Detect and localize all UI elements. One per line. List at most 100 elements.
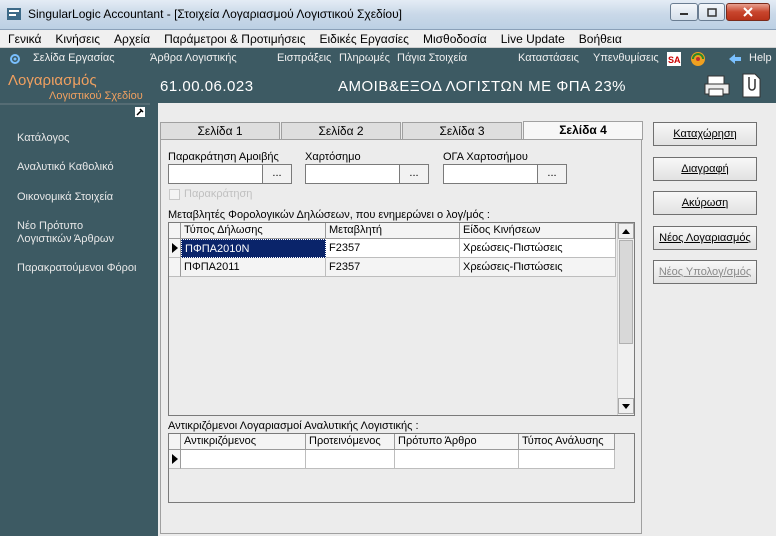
content-area: Σελίδα 1 Σελίδα 2 Σελίδα 3 Σελίδα 4 Παρα… <box>150 103 776 536</box>
attachment-icon[interactable] <box>740 73 762 99</box>
tab-page-4[interactable]: Σελίδα 4 <box>523 121 643 140</box>
left-item-financial[interactable]: Οικονομικά Στοιχεία <box>17 191 113 204</box>
oga-label: ΟΓΑ Χαρτοσήμου <box>443 151 528 163</box>
scroll-up-icon <box>622 228 630 234</box>
col-movement-type[interactable]: Είδος Κινήσεων <box>460 223 616 239</box>
col-variable[interactable]: Μεταβλητή <box>326 223 460 239</box>
analytic-label: Αντικριζόμενοι Λογαριασμοί Αναλυτικής Λο… <box>168 420 419 432</box>
col-proposed[interactable]: Προτεινόμενος <box>306 434 395 450</box>
menu-live-update[interactable]: Live Update <box>501 32 565 46</box>
back-arrow-icon[interactable] <box>728 53 742 65</box>
toolbar-help[interactable]: Help <box>749 52 772 64</box>
withholding-checkbox-label: Παρακράτηση <box>184 188 253 200</box>
table-cell[interactable]: Χρεώσεις-Πιστώσεις <box>460 258 616 277</box>
row-indicator[interactable] <box>169 239 181 258</box>
menu-general[interactable]: Γενικά <box>8 32 41 46</box>
new-account-button[interactable]: Νέος Λογαριασμός <box>653 226 757 250</box>
col-analysis-type[interactable]: Τύπος Ανάλυσης <box>519 434 615 450</box>
menu-payroll[interactable]: Μισθοδοσία <box>423 32 487 46</box>
tab-panel: Παρακράτηση Αμοιβής ... Χαρτόσημο ... ΟΓ… <box>160 139 642 534</box>
content-side-strip <box>150 103 158 536</box>
menu-special-tasks[interactable]: Ειδικές Εργασίες <box>319 32 408 46</box>
left-item-catalog[interactable]: Κατάλογος <box>17 132 69 145</box>
table-cell[interactable] <box>306 450 395 469</box>
table-cell[interactable]: F2357 <box>326 258 460 277</box>
menu-bar: Γενικά Κινήσεις Αρχεία Παράμετροι & Προτ… <box>0 30 776 48</box>
pin-icon[interactable] <box>135 107 145 117</box>
account-name: ΑΜΟΙΒ&ΕΞΟΔ ΛΟΓΙΣΤΩΝ ΜΕ ΦΠΑ 23% <box>338 78 626 95</box>
tax-vars-label: Μεταβλητές Φορολογικών Δηλώσεων, που ενη… <box>168 209 490 221</box>
col-counter-account[interactable]: Αντικριζόμενος <box>181 434 306 450</box>
menu-parameters[interactable]: Παράμετροι & Προτιμήσεις <box>164 32 305 46</box>
fee-withholding-browse-button[interactable]: ... <box>262 164 292 184</box>
fee-withholding-input[interactable] <box>168 164 263 184</box>
tab-page-1[interactable]: Σελίδα 1 <box>160 122 280 139</box>
grid-corner <box>169 223 181 239</box>
toolbar-statements[interactable]: Καταστάσεις <box>518 52 579 64</box>
fee-withholding-label: Παρακράτηση Αμοιβής <box>168 151 279 163</box>
maximize-button[interactable] <box>698 3 725 21</box>
left-heading: Λογαριασμός <box>8 72 97 89</box>
save-button[interactable]: Καταχώρηση <box>653 122 757 146</box>
table-cell[interactable]: Χρεώσεις-Πιστώσεις <box>460 239 616 258</box>
toolbar: Σελίδα Εργασίας Άρθρα Λογιστικής Εισπράξ… <box>0 48 776 70</box>
account-code: 61.00.06.023 <box>160 78 254 95</box>
left-item-withheld-taxes[interactable]: Παρακρατούμενοι Φόροι <box>17 262 136 275</box>
printer-icon[interactable] <box>704 74 732 98</box>
toolbar-fixed-assets[interactable]: Πάγια Στοιχεία <box>397 52 467 64</box>
toolbar-payments[interactable]: Πληρωμές <box>339 52 390 64</box>
svg-text:SA: SA <box>668 55 681 65</box>
sa-logo-icon[interactable]: SA <box>666 51 682 67</box>
scroll-thumb[interactable] <box>619 240 633 344</box>
new-subaccount-button[interactable]: Νέος Υπολογ/σμός <box>653 260 757 284</box>
oga-input[interactable] <box>443 164 538 184</box>
menu-help[interactable]: Βοήθεια <box>579 32 622 46</box>
table-cell[interactable]: ΠΦΠΑ2010Ν <box>181 239 326 258</box>
row-indicator[interactable] <box>169 258 181 277</box>
col-declaration-type[interactable]: Τύπος Δήλωσης <box>181 223 326 239</box>
current-row-arrow-icon <box>172 243 178 253</box>
table-cell[interactable]: ΠΦΠΑ2011 <box>181 258 326 277</box>
table-cell[interactable] <box>519 450 615 469</box>
scroll-down-button[interactable] <box>618 398 634 414</box>
left-item-ledger[interactable]: Αναλυτικό Καθολικό <box>17 161 114 174</box>
scroll-up-button[interactable] <box>618 223 634 239</box>
oga-browse-button[interactable]: ... <box>537 164 567 184</box>
app-icon <box>7 8 21 20</box>
toolbar-reminders[interactable]: Υπενθυμίσεις <box>593 52 659 64</box>
delete-button[interactable]: Διαγραφή <box>653 157 757 181</box>
table-cell[interactable] <box>395 450 519 469</box>
toolbar-receipts[interactable]: Εισπράξεις <box>277 52 331 64</box>
tax-grid-scrollbar[interactable] <box>617 223 634 415</box>
toolbar-work-page[interactable]: Σελίδα Εργασίας <box>33 52 115 64</box>
menu-transactions[interactable]: Κινήσεις <box>55 32 100 46</box>
withholding-checkbox[interactable] <box>169 189 180 200</box>
menu-files[interactable]: Αρχεία <box>114 32 150 46</box>
cancel-button[interactable]: Ακύρωση <box>653 191 757 215</box>
close-button[interactable] <box>726 3 770 21</box>
grid-corner <box>169 434 181 450</box>
toolbar-accounting-entries[interactable]: Άρθρα Λογιστικής <box>150 52 237 64</box>
left-item-new-template[interactable]: Νέο Πρότυπο <box>17 220 83 233</box>
stamp-browse-button[interactable]: ... <box>399 164 429 184</box>
col-template-entry[interactable]: Πρότυπο Άρθρο <box>395 434 519 450</box>
left-item-new-template-line2[interactable]: Λογιστικών Άρθρων <box>17 233 114 246</box>
table-cell[interactable]: F2357 <box>326 239 460 258</box>
account-header: 61.00.06.023 ΑΜΟΙΒ&ΕΞΟΔ ΛΟΓΙΣΤΩΝ ΜΕ ΦΠΑ … <box>150 70 776 103</box>
stamp-label: Χαρτόσημο <box>305 151 361 163</box>
current-row-arrow-icon <box>172 454 178 464</box>
left-separator <box>0 103 150 105</box>
globe-icon[interactable] <box>690 51 706 67</box>
analytic-grid: Αντικριζόμενος Προτεινόμενος Πρότυπο Άρθ… <box>168 433 635 503</box>
left-panel: Λογαριασμός Λογιστικού Σχεδίου Κατάλογος… <box>0 70 150 536</box>
table-cell[interactable] <box>181 450 306 469</box>
tab-page-2[interactable]: Σελίδα 2 <box>281 122 401 139</box>
minimize-button[interactable] <box>670 3 698 21</box>
window-title: SingularLogic Accountant - [Στοιχεία Λογ… <box>28 7 402 21</box>
gear-icon <box>10 54 20 64</box>
tab-page-3[interactable]: Σελίδα 3 <box>402 122 522 139</box>
close-icon <box>743 7 753 17</box>
left-subheading: Λογιστικού Σχεδίου <box>49 90 143 102</box>
stamp-input[interactable] <box>305 164 400 184</box>
row-indicator[interactable] <box>169 450 181 469</box>
